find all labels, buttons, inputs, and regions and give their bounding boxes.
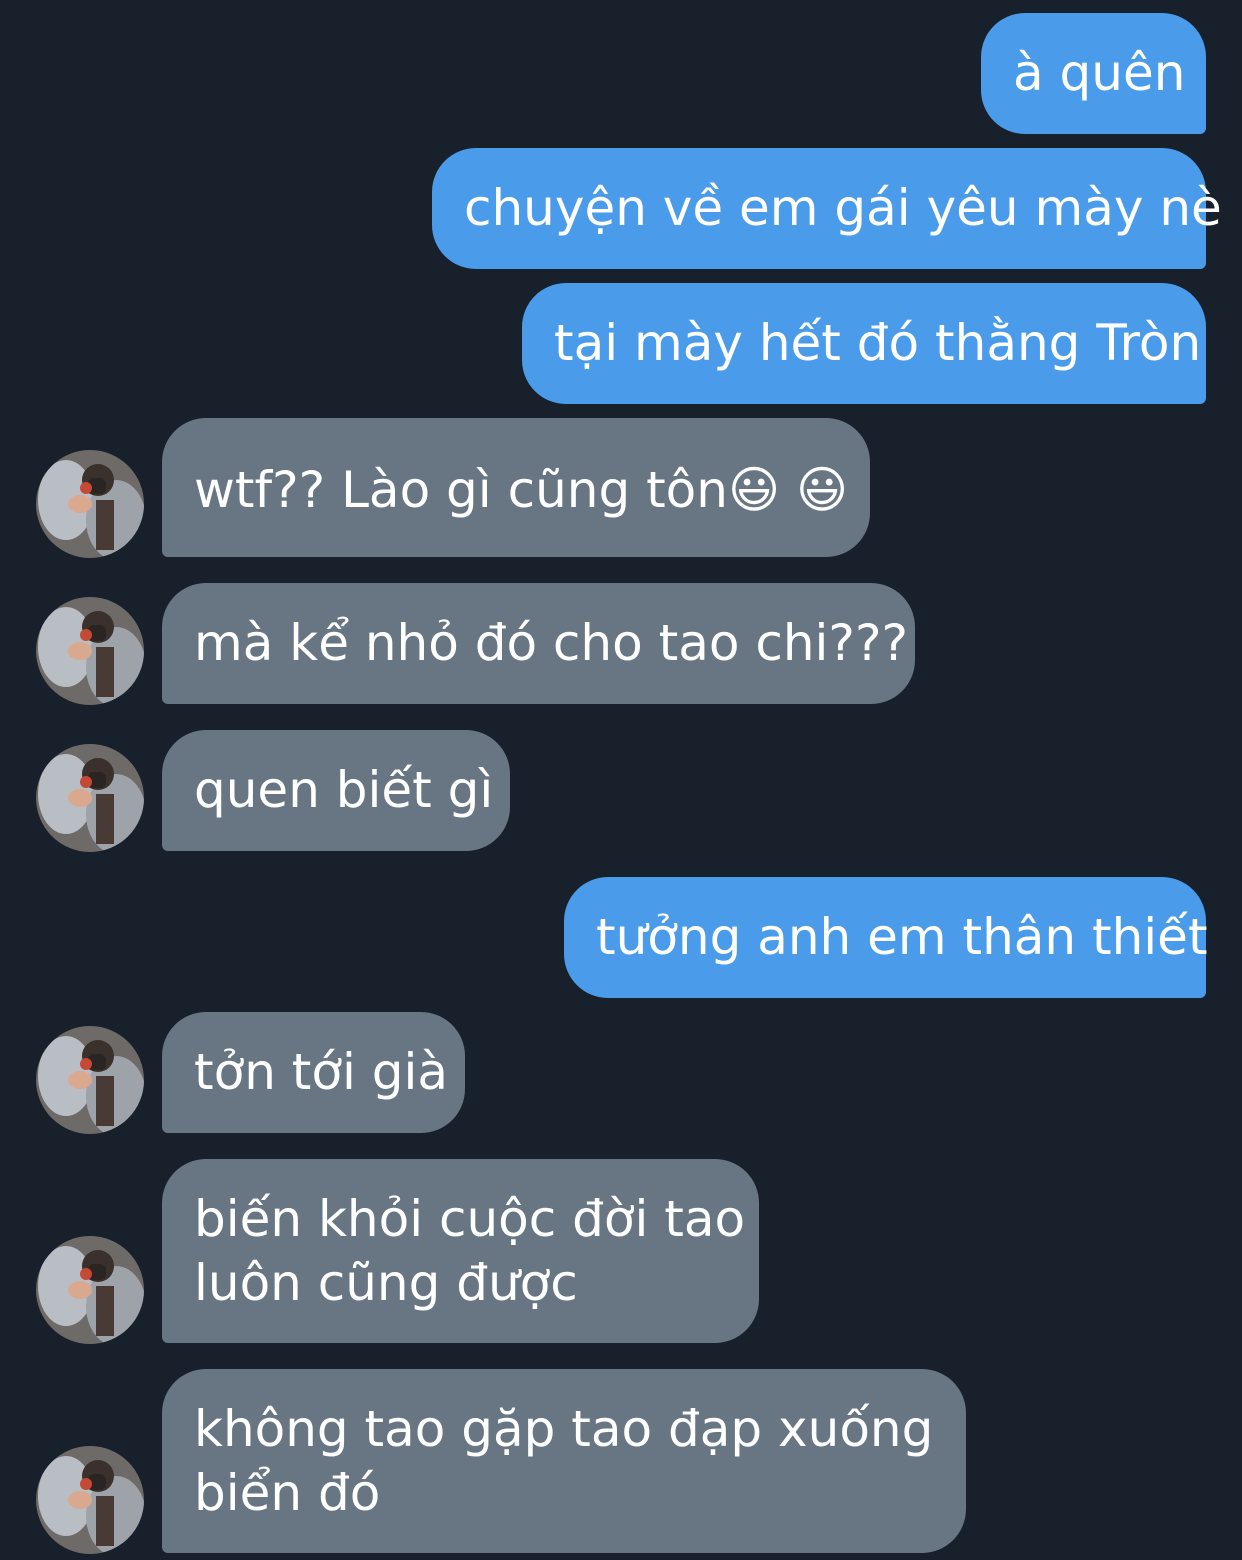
message-text: à quên xyxy=(1013,44,1186,102)
message-text: mà kể nhỏ đó cho tao chi??? xyxy=(194,614,909,672)
message-bubble-sent[interactable]: chuyện về em gái yêu mày nè xyxy=(432,148,1222,269)
message-bubble-received[interactable]: không tao gặp tao đạp xuống biển đó xyxy=(162,1369,966,1553)
contact-avatar[interactable] xyxy=(36,1236,144,1344)
contact-avatar[interactable] xyxy=(36,1446,144,1554)
message-text: quen biết gì xyxy=(194,761,494,819)
message-text-line: luôn cũng được xyxy=(194,1254,578,1312)
message-bubble-received[interactable]: biến khỏi cuộc đời tao luôn cũng được xyxy=(162,1159,759,1343)
message-bubble-received[interactable]: mà kể nhỏ đó cho tao chi??? xyxy=(162,583,915,704)
message-text: tưởng anh em thân thiết xyxy=(596,908,1208,966)
message-bubble-received[interactable]: wtf?? Lào gì cũng tôn😃 😃 xyxy=(162,418,870,557)
message-text: tại mày hết đó thằng Tròn xyxy=(554,314,1202,372)
message-text-line: không tao gặp tao đạp xuống xyxy=(194,1400,934,1458)
message-bubble-sent[interactable]: à quên xyxy=(981,13,1206,134)
contact-avatar[interactable] xyxy=(36,450,144,558)
message-bubble-received[interactable]: tởn tới già xyxy=(162,1012,465,1133)
message-text: tởn tới già xyxy=(194,1043,449,1101)
message-text: wtf?? Lào gì cũng tôn😃 😃 xyxy=(194,461,849,519)
message-text: chuyện về em gái yêu mày nè xyxy=(464,179,1222,237)
message-text-line: biển đó xyxy=(194,1464,381,1522)
contact-avatar[interactable] xyxy=(36,597,144,705)
message-bubble-sent[interactable]: tại mày hết đó thằng Tròn xyxy=(522,283,1206,404)
contact-avatar[interactable] xyxy=(36,744,144,852)
message-bubble-sent[interactable]: tưởng anh em thân thiết xyxy=(564,877,1208,998)
contact-avatar[interactable] xyxy=(36,1026,144,1134)
message-text-line: biến khỏi cuộc đời tao xyxy=(194,1190,746,1248)
message-bubble-received[interactable]: quen biết gì xyxy=(162,730,510,851)
